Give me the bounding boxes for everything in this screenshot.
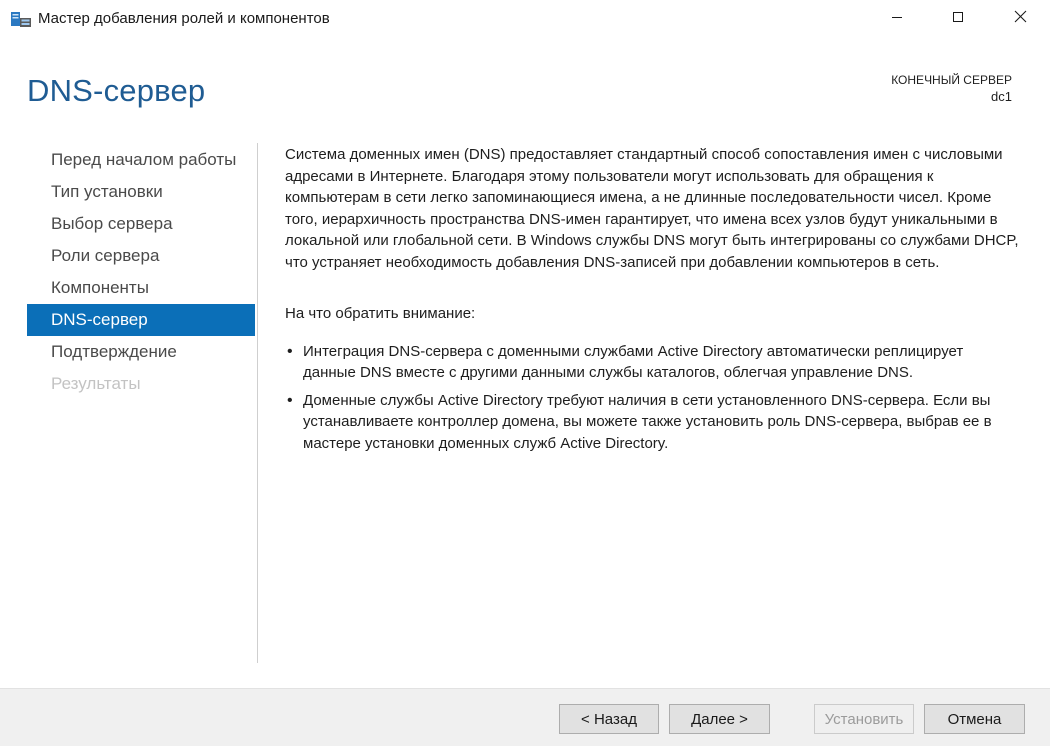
description-text: Система доменных имен (DNS) предоставляе… xyxy=(285,146,1019,271)
window-title: Мастер добавления ролей и компонентов xyxy=(38,10,330,27)
nav-item-server-roles[interactable]: Роли сервера xyxy=(27,240,255,272)
close-button[interactable] xyxy=(997,0,1043,38)
nav-item-results: Результаты xyxy=(51,374,141,393)
destination-server-label: КОНЕЧНЫЙ СЕРВЕР xyxy=(891,73,1012,87)
close-icon xyxy=(1014,10,1027,28)
list-item: Доменные службы Active Directory требуют… xyxy=(285,390,1020,455)
page-title: DNS-сервер xyxy=(27,73,206,108)
nav-item-confirmation[interactable]: Подтверждение xyxy=(27,336,255,368)
install-button: Установить xyxy=(814,704,914,734)
minimize-icon xyxy=(891,10,903,28)
wizard-steps-nav: Перед началом работы Тип установки Выбор… xyxy=(27,144,255,400)
nav-item-installation-type[interactable]: Тип установки xyxy=(27,176,255,208)
nav-item-features[interactable]: Компоненты xyxy=(27,272,255,304)
server-manager-icon xyxy=(10,9,32,29)
minimize-button[interactable] xyxy=(874,0,920,38)
maximize-button[interactable] xyxy=(935,0,981,38)
destination-server-name: dc1 xyxy=(991,89,1012,104)
back-button[interactable]: < Назад xyxy=(559,704,659,734)
cancel-button[interactable]: Отмена xyxy=(924,704,1025,734)
nav-item-server-selection[interactable]: Выбор сервера xyxy=(27,208,255,240)
nav-item-dns-server[interactable]: DNS-сервер xyxy=(27,304,255,336)
next-button[interactable]: Далее > xyxy=(669,704,770,734)
title-bar: Мастер добавления ролей и компонентов xyxy=(0,0,1050,38)
nav-item-before-you-begin[interactable]: Перед началом работы xyxy=(27,144,255,176)
nav-divider xyxy=(257,143,258,663)
main-content: Система доменных имен (DNS) предоставляе… xyxy=(285,144,1020,460)
considerations-list: Интеграция DNS-сервера с доменными служб… xyxy=(285,341,1020,455)
list-item: Интеграция DNS-сервера с доменными служб… xyxy=(285,341,1020,384)
maximize-icon xyxy=(952,10,964,28)
consider-heading: На что обратить внимание: xyxy=(285,305,476,322)
